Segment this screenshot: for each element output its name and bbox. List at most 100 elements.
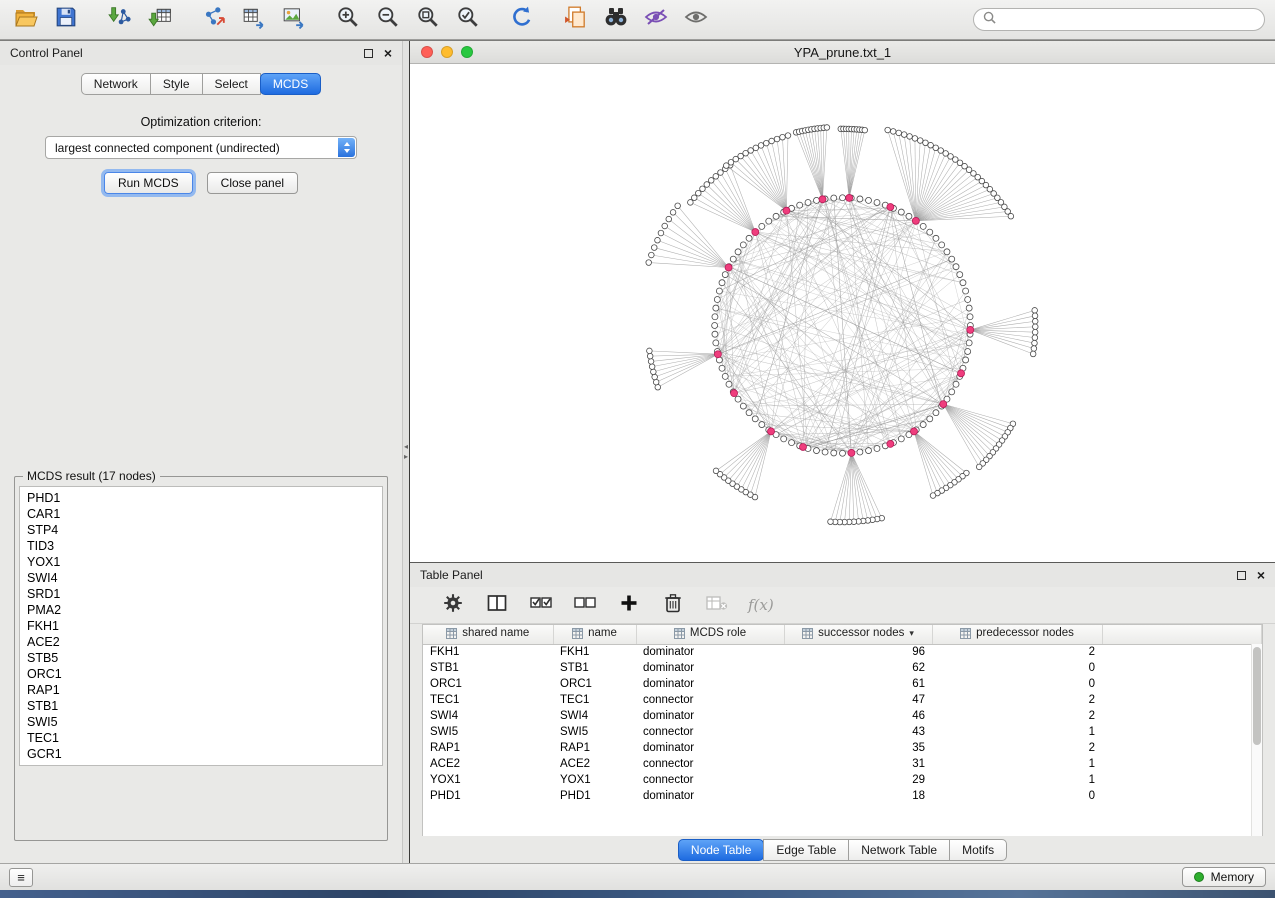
export-network-button[interactable] [198,5,230,35]
cell-shared-name[interactable]: YOX1 [423,772,553,788]
cell-successor-nodes[interactable]: 31 [784,756,932,772]
minimize-window-icon[interactable] [441,46,453,58]
cell-predecessor-nodes[interactable]: 2 [932,644,1102,660]
result-item[interactable]: SRD1 [27,586,375,602]
network-search-box[interactable] [973,8,1265,31]
cell-predecessor-nodes[interactable]: 2 [932,692,1102,708]
cell-shared-name[interactable]: PHD1 [423,788,553,804]
cell-predecessor-nodes[interactable]: 1 [932,772,1102,788]
cell-name[interactable]: TEC1 [553,692,636,708]
cell-shared-name[interactable]: TEC1 [423,692,553,708]
cell-predecessor-nodes[interactable]: 1 [932,756,1102,772]
zoom-out-button[interactable] [372,5,404,35]
close-panel-button[interactable]: Close panel [207,172,298,194]
close-table-panel-icon[interactable]: × [1257,568,1265,582]
result-item[interactable]: STB5 [27,650,375,666]
result-item[interactable]: TID3 [27,538,375,554]
network-graph[interactable] [410,64,1275,562]
cell-shared-name[interactable]: SWI5 [423,724,553,740]
export-table-button[interactable] [238,5,270,35]
result-item[interactable]: TEC1 [27,730,375,746]
cell-successor-nodes[interactable]: 43 [784,724,932,740]
show-all-button[interactable] [680,5,712,35]
cell-shared-name[interactable]: RAP1 [423,740,553,756]
import-network-button[interactable] [104,5,136,35]
import-table-button[interactable] [144,5,176,35]
float-panel-icon[interactable] [364,49,373,58]
result-item[interactable]: ORC1 [27,666,375,682]
result-item[interactable]: PMA2 [27,602,375,618]
cell-shared-name[interactable]: STB1 [423,660,553,676]
run-mcds-button[interactable]: Run MCDS [104,172,193,194]
show-columns-button[interactable] [484,592,510,618]
cell-successor-nodes[interactable]: 61 [784,676,932,692]
cell-name[interactable]: ACE2 [553,756,636,772]
duplicate-network-button[interactable] [560,5,592,35]
search-binoculars-button[interactable] [600,5,632,35]
cell-successor-nodes[interactable]: 35 [784,740,932,756]
column-header-shared-name[interactable]: shared name [423,625,553,644]
table-settings-button[interactable] [440,592,466,618]
cell-successor-nodes[interactable]: 96 [784,644,932,660]
cell-name[interactable]: RAP1 [553,740,636,756]
table-row[interactable]: ACE2ACE2connector311 [423,756,1262,772]
zoom-fit-button[interactable] [412,5,444,35]
cell-mcds-role[interactable]: connector [636,724,784,740]
optimization-criterion-dropdown[interactable]: largest connected component (undirected) [45,136,357,159]
save-session-button[interactable] [50,5,82,35]
cell-name[interactable]: SWI5 [553,724,636,740]
result-item[interactable]: SWI5 [27,714,375,730]
mcds-result-list[interactable]: PHD1CAR1STP4TID3YOX1SWI4SRD1PMA2FKH1ACE2… [19,486,383,766]
cell-shared-name[interactable]: ACE2 [423,756,553,772]
cell-name[interactable]: YOX1 [553,772,636,788]
cell-name[interactable]: SWI4 [553,708,636,724]
zoom-selected-button[interactable] [452,5,484,35]
result-item[interactable]: RAP1 [27,682,375,698]
close-panel-icon[interactable]: × [384,46,392,60]
task-history-button[interactable]: ≡ [9,868,33,887]
table-row[interactable]: ORC1ORC1dominator610 [423,676,1262,692]
cell-name[interactable]: FKH1 [553,644,636,660]
table-tab-network-table[interactable]: Network Table [848,839,950,861]
cell-mcds-role[interactable]: dominator [636,740,784,756]
table-scrollbar-thumb[interactable] [1253,647,1261,745]
cell-predecessor-nodes[interactable]: 1 [932,724,1102,740]
table-tab-motifs[interactable]: Motifs [949,839,1007,861]
refresh-view-button[interactable] [506,5,538,35]
table-tab-node-table[interactable]: Node Table [678,839,765,861]
search-input[interactable] [1002,12,1255,28]
cell-mcds-role[interactable]: dominator [636,660,784,676]
cell-mcds-role[interactable]: dominator [636,644,784,660]
cell-name[interactable]: ORC1 [553,676,636,692]
panel-splitter[interactable]: ◂ ▸ [402,41,409,863]
export-image-button[interactable] [278,5,310,35]
cell-shared-name[interactable]: FKH1 [423,644,553,660]
column-header-name[interactable]: name [553,625,636,644]
result-item[interactable]: PHD1 [27,490,375,506]
cell-predecessor-nodes[interactable]: 0 [932,660,1102,676]
column-header-mcds-role[interactable]: MCDS role [636,625,784,644]
cell-predecessor-nodes[interactable]: 0 [932,676,1102,692]
create-column-button[interactable] [616,592,642,618]
result-item[interactable]: STB1 [27,698,375,714]
cell-mcds-role[interactable]: connector [636,756,784,772]
cell-name[interactable]: PHD1 [553,788,636,804]
hide-selected-button[interactable] [640,5,672,35]
cell-successor-nodes[interactable]: 47 [784,692,932,708]
cell-mcds-role[interactable]: connector [636,692,784,708]
table-row[interactable]: PHD1PHD1dominator180 [423,788,1262,804]
tab-select[interactable]: Select [202,73,261,95]
cell-mcds-role[interactable]: dominator [636,788,784,804]
cell-mcds-role[interactable]: dominator [636,676,784,692]
result-item[interactable]: GCR1 [27,746,375,762]
column-header-predecessor-nodes[interactable]: predecessor nodes [932,625,1102,644]
table-row[interactable]: SWI5SWI5connector431 [423,724,1262,740]
cell-successor-nodes[interactable]: 46 [784,708,932,724]
memory-button[interactable]: Memory [1182,867,1266,887]
table-row[interactable]: YOX1YOX1connector291 [423,772,1262,788]
cell-mcds-role[interactable]: dominator [636,708,784,724]
network-canvas[interactable] [410,64,1275,562]
column-header-successor-nodes[interactable]: successor nodes▾ [784,625,932,644]
float-table-panel-icon[interactable] [1237,571,1246,580]
tab-style[interactable]: Style [150,73,203,95]
